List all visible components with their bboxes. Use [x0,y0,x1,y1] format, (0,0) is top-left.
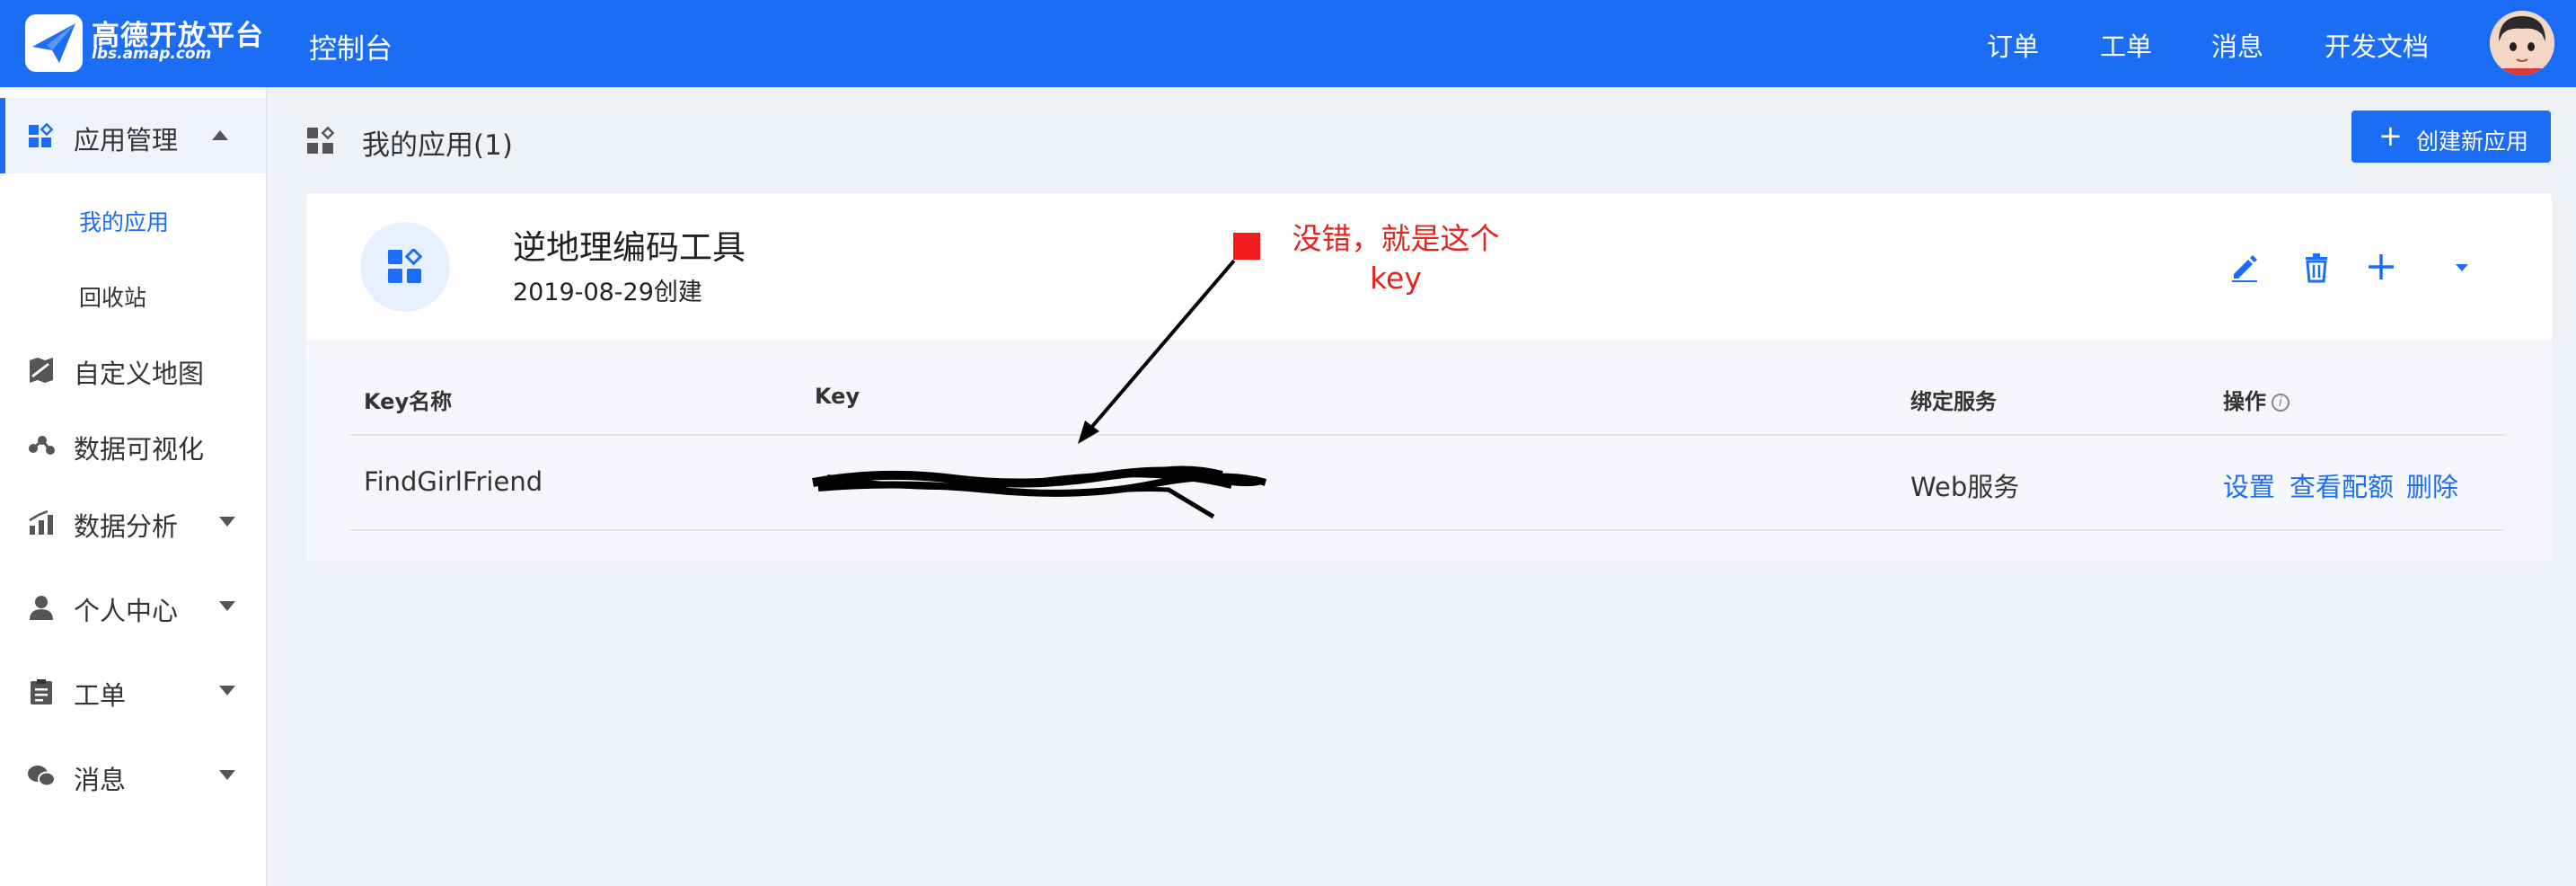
custom-map-icon [27,357,56,384]
app-icon [360,222,450,312]
add-key-icon[interactable] [2363,249,2399,285]
page-title: 我的应用(1) [362,129,513,162]
delete-icon[interactable] [2298,249,2334,285]
annotation-arrow [1078,259,1236,444]
edit-icon[interactable] [2227,249,2263,285]
chevron-down-icon [219,517,235,527]
divider [349,529,2505,531]
sidebar: 应用管理 我的应用 回收站 自定义地图 数据可视化 数据分析 个人中心 工单 消… [0,87,268,886]
dropdown-caret-icon[interactable] [2444,249,2480,285]
sidebar-item-custom-map[interactable]: 自定义地图 [0,332,266,407]
bar-chart-icon [27,509,56,536]
annotation-line-2: key [1370,261,1422,296]
app-name: 逆地理编码工具 [513,228,745,267]
chevron-down-icon [219,770,235,780]
annotation-marker [1233,233,1260,260]
sidebar-item-label: 应用管理 [74,125,179,155]
apps-icon [305,126,336,156]
chevron-down-icon [219,601,235,611]
key-table: Key名称 Key 绑定服务 操作 i FindGirlFriend Web服务 … [306,341,2552,561]
sidebar-item-data-vis[interactable]: 数据可视化 [0,407,266,483]
delete-key-link[interactable]: 删除 [2406,466,2458,504]
sidebar-sub-my-apps[interactable]: 我的应用 [79,205,169,237]
settings-link[interactable]: 设置 [2223,466,2275,504]
user-icon [27,594,56,621]
view-quota-link[interactable]: 查看配额 [2289,466,2394,504]
header-service: 绑定服务 [1910,389,1997,414]
sidebar-item-label: 个人中心 [74,596,179,626]
plus-icon: + [2378,119,2403,153]
amap-logo-icon[interactable] [25,14,83,72]
apps-icon [27,123,56,150]
redacted-key-scribble [812,465,1267,519]
divider [349,434,2505,436]
sidebar-item-messages[interactable]: 消息 [0,738,266,813]
brand-subtitle: lbs.amap.com [92,45,212,63]
create-app-button[interactable]: + 创建新应用 [2351,111,2551,163]
sidebar-item-label: 数据分析 [74,511,179,542]
header-actions: 操作 i [2223,384,2289,415]
app-created-date: 2019-08-29创建 [513,279,702,306]
service-cell: Web服务 [1910,472,2020,502]
create-app-label: 创建新应用 [2416,128,2529,155]
nav-messages[interactable]: 消息 [2211,26,2263,64]
annotation-text: 没错，就是这个 key [1279,219,1513,298]
avatar[interactable] [2490,11,2554,75]
sidebar-item-personal-center[interactable]: 个人中心 [0,569,266,644]
nav-orders[interactable]: 订单 [1987,26,2039,64]
caret-up-icon [212,130,228,140]
sidebar-item-label: 消息 [74,765,127,795]
nav-tickets[interactable]: 工单 [2100,26,2152,64]
data-vis-icon [27,432,56,459]
nav-dev-docs[interactable]: 开发文档 [2325,26,2429,64]
sidebar-item-app-management[interactable]: 应用管理 [0,98,266,173]
sidebar-item-tickets[interactable]: 工单 [0,653,266,729]
header-actions-label: 操作 [2223,389,2266,414]
header-key-name: Key名称 [364,389,453,414]
header-key: Key [815,384,860,409]
top-bar: 高德开放平台 lbs.amap.com 控制台 订单 工单 消息 开发文档 [0,0,2576,87]
console-link[interactable]: 控制台 [309,26,393,66]
info-icon[interactable]: i [2272,394,2289,412]
chat-icon [27,763,56,790]
sidebar-item-label: 工单 [74,680,127,711]
chevron-down-icon [219,686,235,696]
key-name-cell: FindGirlFriend [364,466,543,497]
sidebar-item-data-analysis[interactable]: 数据分析 [0,484,266,560]
annotation-line-1: 没错，就是这个 [1292,221,1500,256]
sidebar-item-label: 自定义地图 [74,359,205,389]
sidebar-item-label: 数据可视化 [74,434,205,465]
sidebar-sub-recycle-bin[interactable]: 回收站 [79,280,146,313]
clipboard-icon [27,678,56,705]
